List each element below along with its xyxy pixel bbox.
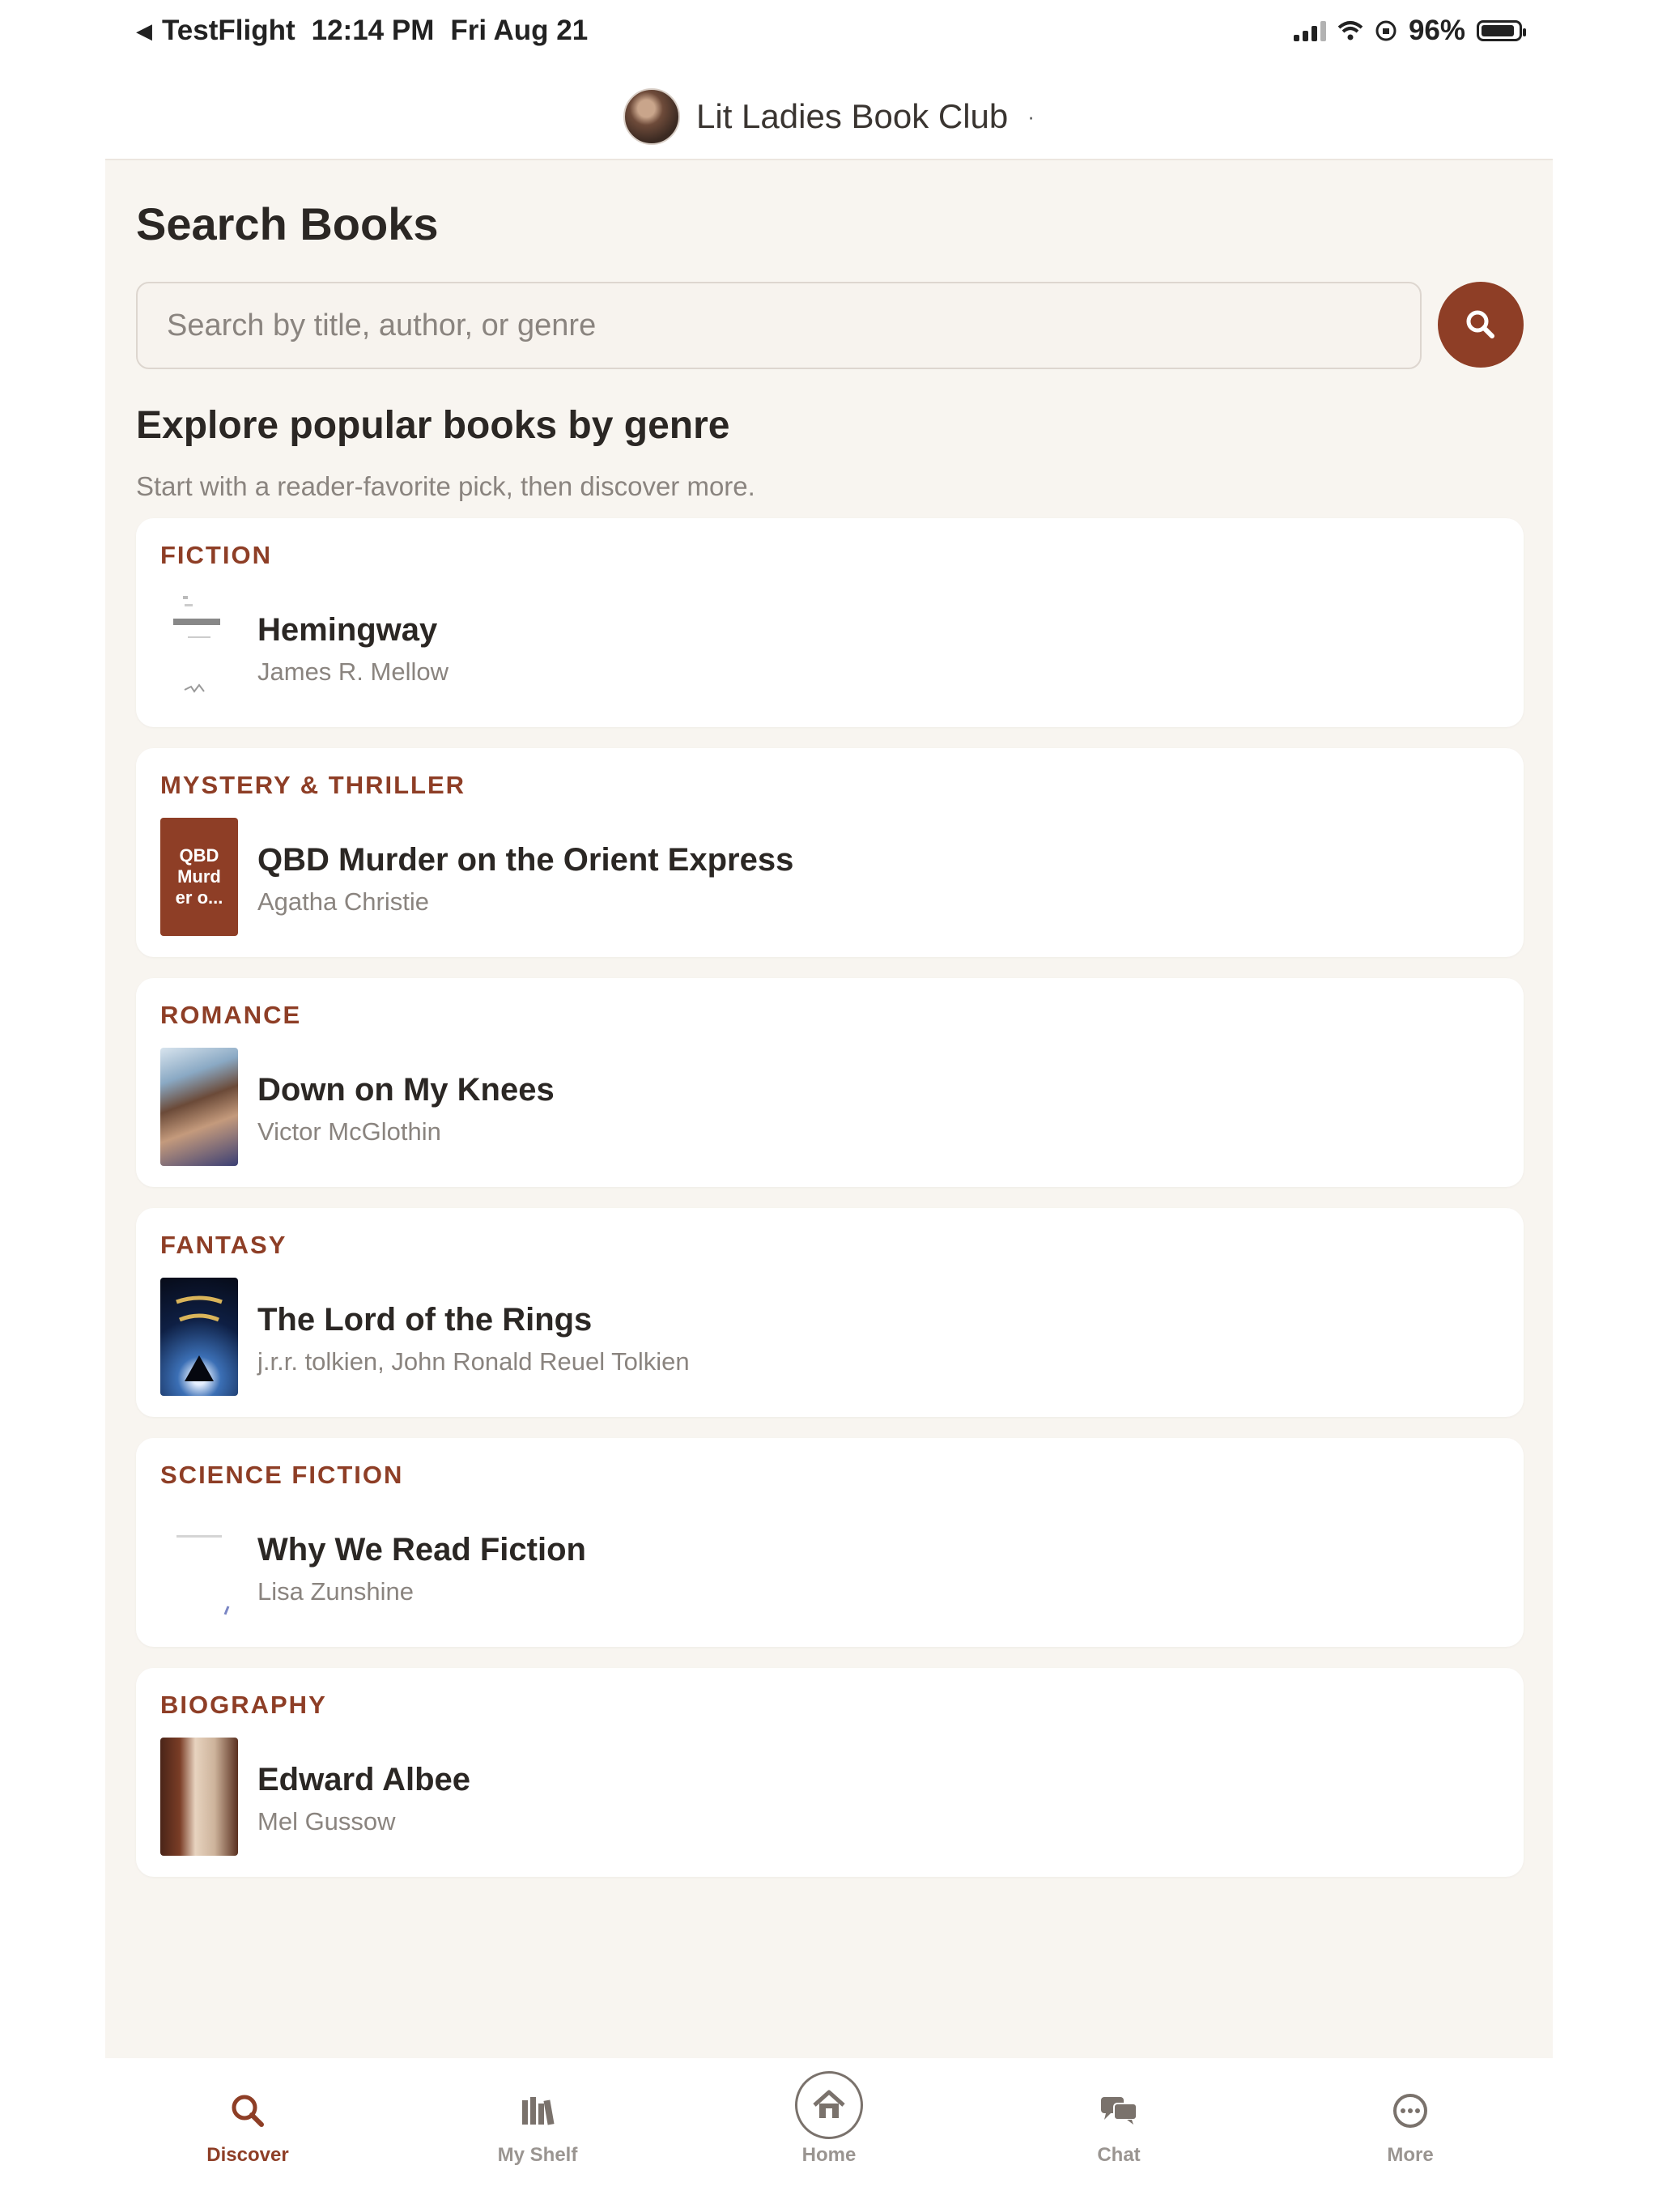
- search-button[interactable]: [1438, 282, 1524, 368]
- club-switcher-caret[interactable]: ·: [1027, 104, 1035, 130]
- tab-label: Home: [801, 2144, 857, 2166]
- discover-screen: Search Books Explore popular books by ge…: [105, 159, 1553, 2060]
- tab-label: My Shelf: [497, 2144, 578, 2166]
- section-title: Explore popular books by genre: [136, 404, 730, 447]
- book-title[interactable]: The Lord of the Rings: [257, 1302, 592, 1338]
- status-bar: ◀ TestFlight 12:14 PM Fri Aug 21 96%: [0, 0, 1658, 65]
- book-title[interactable]: Down on My Knees: [257, 1072, 555, 1108]
- bottom-tab-bar: Discover My Shelf Home Chat More: [105, 2058, 1553, 2212]
- book-title[interactable]: QBD Murder on the Orient Express: [257, 842, 793, 878]
- chat-bubbles-icon: [1101, 2097, 1137, 2125]
- battery-percent: 96%: [1408, 15, 1465, 46]
- orientation-lock-icon: [1375, 20, 1397, 41]
- status-bar-left: ◀ TestFlight 12:14 PM Fri Aug 21: [136, 15, 588, 47]
- battery-icon: [1477, 20, 1526, 41]
- search-icon: [232, 2095, 264, 2127]
- book-author: Mel Gussow: [257, 1807, 396, 1836]
- status-bar-right: 96%: [1293, 15, 1526, 47]
- genre-label: ROMANCE: [160, 1001, 302, 1029]
- tab-discover[interactable]: Discover: [167, 2082, 329, 2167]
- signal-icon: [1293, 20, 1326, 41]
- status-date: Fri Aug 21: [450, 15, 589, 46]
- section-subtitle: Start with a reader-favorite pick, then …: [136, 471, 755, 501]
- book-cover[interactable]: [160, 1048, 238, 1166]
- book-author: Victor McGlothin: [257, 1117, 441, 1146]
- tab-chat[interactable]: Chat: [1038, 2082, 1200, 2167]
- page-title: Search Books: [136, 198, 439, 249]
- book-cover[interactable]: [160, 1508, 238, 1626]
- book-card-biography[interactable]: BIOGRAPHY Edward Albee Mel Gussow: [136, 1668, 1524, 1877]
- club-name[interactable]: Lit Ladies Book Club: [696, 97, 1008, 136]
- book-cover[interactable]: QBD Murd er o...: [160, 818, 238, 936]
- tab-more[interactable]: More: [1329, 2082, 1491, 2167]
- book-card-fantasy[interactable]: FANTASY The Lord of the Rings j.r.r. tol…: [136, 1208, 1524, 1417]
- search-field[interactable]: [136, 282, 1422, 369]
- book-title[interactable]: Hemingway: [257, 612, 437, 649]
- club-header[interactable]: Lit Ladies Book Club ·: [0, 74, 1658, 159]
- search-input[interactable]: [138, 283, 1420, 368]
- genre-label: SCIENCE FICTION: [160, 1461, 404, 1489]
- book-title[interactable]: Why We Read Fiction: [257, 1532, 586, 1568]
- book-title[interactable]: Edward Albee: [257, 1762, 470, 1798]
- genre-book-list: FICTION Hemingway James R. Mellow MYSTER…: [136, 518, 1524, 1898]
- book-card-science-fiction[interactable]: SCIENCE FICTION Why We Read Fiction Lisa…: [136, 1438, 1524, 1647]
- home-icon: [813, 2090, 845, 2118]
- book-author: James R. Mellow: [257, 657, 449, 686]
- book-author: j.r.r. tolkien, John Ronald Reuel Tolkie…: [257, 1347, 690, 1376]
- bookshelf-icon: [522, 2097, 555, 2125]
- tab-label: More: [1387, 2144, 1434, 2166]
- tab-my-shelf[interactable]: My Shelf: [457, 2082, 619, 2167]
- status-time: 12:14 PM: [311, 15, 435, 46]
- genre-label: BIOGRAPHY: [160, 1691, 327, 1719]
- search-icon: [1466, 310, 1494, 338]
- book-cover[interactable]: [160, 1738, 238, 1856]
- tab-label: Discover: [206, 2144, 289, 2166]
- book-cover[interactable]: [160, 588, 238, 706]
- book-author: Agatha Christie: [257, 887, 429, 916]
- back-arrow-icon[interactable]: ◀: [136, 19, 152, 44]
- tab-label: Chat: [1097, 2144, 1141, 2166]
- tab-home[interactable]: Home: [748, 2071, 910, 2167]
- club-avatar[interactable]: [623, 88, 681, 145]
- book-card-fiction[interactable]: FICTION Hemingway James R. Mellow: [136, 518, 1524, 727]
- wifi-icon: [1337, 21, 1363, 40]
- book-cover[interactable]: [160, 1278, 238, 1396]
- book-card-mystery-thriller[interactable]: MYSTERY & THRILLER QBD Murd er o... QBD …: [136, 748, 1524, 957]
- more-icon: [1393, 2094, 1427, 2128]
- genre-label: FICTION: [160, 541, 272, 569]
- book-author: Lisa Zunshine: [257, 1577, 414, 1606]
- back-to-app-label[interactable]: TestFlight: [162, 15, 295, 47]
- genre-label: FANTASY: [160, 1231, 287, 1259]
- book-card-romance[interactable]: ROMANCE Down on My Knees Victor McGlothi…: [136, 978, 1524, 1187]
- genre-label: MYSTERY & THRILLER: [160, 771, 466, 799]
